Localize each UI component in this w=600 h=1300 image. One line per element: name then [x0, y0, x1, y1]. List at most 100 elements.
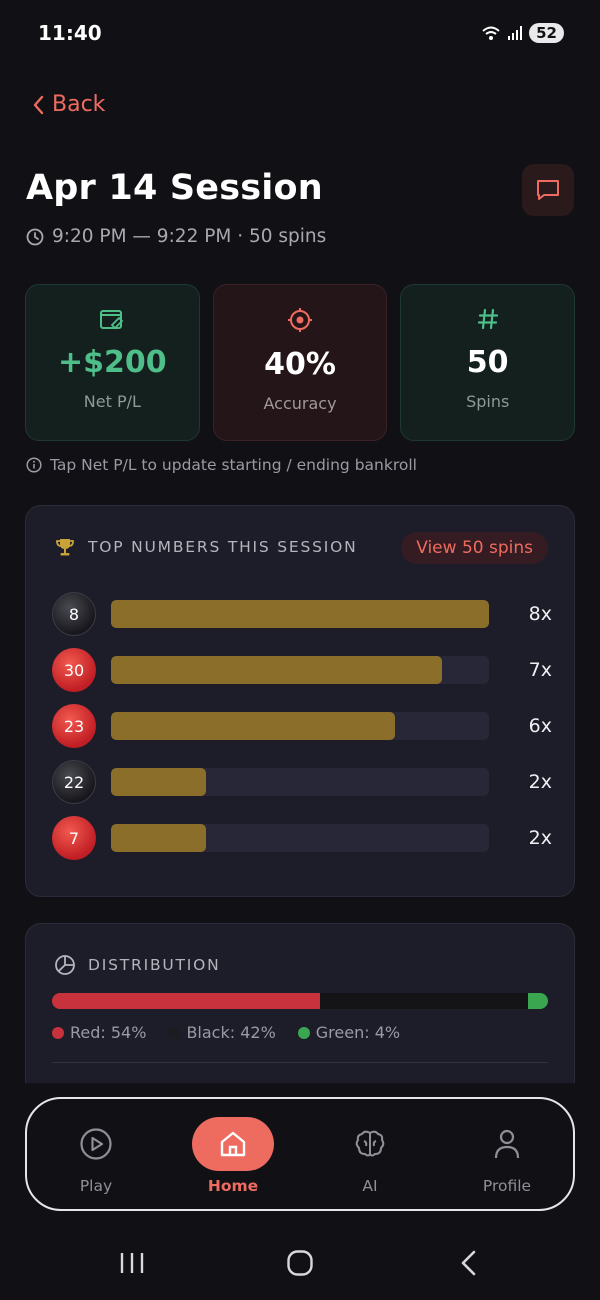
hit-count: 2x: [528, 771, 552, 793]
hit-count: 6x: [528, 715, 552, 737]
hint-text: Tap Net P/L to update starting / ending …: [50, 456, 417, 474]
legend-label: Black: 42%: [186, 1023, 276, 1042]
number-row: 22 2x: [52, 760, 552, 804]
distribution-segment: [528, 993, 548, 1009]
legend-item: Red: 54%: [52, 1023, 146, 1042]
nav-icon-wrap: [492, 1117, 522, 1171]
brain-icon: [355, 1130, 385, 1157]
clock-icon: [26, 228, 44, 245]
nav-active-pill: [192, 1117, 274, 1171]
pie-chart-icon: [55, 955, 75, 975]
wallet-icon: [100, 310, 124, 330]
bottom-nav: Play Home AI Profile: [25, 1097, 575, 1211]
profile-icon: [494, 1129, 520, 1159]
number-ball: 7: [52, 816, 96, 860]
legend-item: Green: 4%: [297, 1023, 401, 1042]
nav-icon-wrap: [79, 1117, 113, 1171]
card-header: TOP NUMBERS THIS SESSION: [54, 536, 358, 558]
wifi-icon: [482, 26, 500, 40]
stat-spins: 50 Spins: [400, 284, 576, 441]
frequency-bar: [111, 768, 206, 796]
number-row: 7 2x: [52, 816, 552, 860]
target-icon: [288, 308, 312, 332]
legend-label: Green: 4%: [315, 1023, 401, 1042]
back-button[interactable]: Back: [32, 92, 105, 117]
legend-label: Red: 54%: [70, 1023, 147, 1042]
notes-button[interactable]: [522, 164, 574, 216]
number-ball: 23: [52, 704, 96, 748]
stat-label: Accuracy: [263, 394, 337, 413]
battery-indicator: 52: [529, 23, 564, 43]
frequency-track: [111, 824, 489, 852]
status-bar: 11:40 52: [38, 18, 564, 48]
distribution-segment: [319, 993, 529, 1009]
frequency-track: [111, 600, 489, 628]
stat-value: +$200: [58, 345, 167, 380]
frequency-bar: [111, 656, 442, 684]
frequency-track: [111, 768, 489, 796]
stat-label: Spins: [466, 392, 510, 411]
status-icons: 52: [481, 23, 564, 43]
nav-home[interactable]: Home: [188, 1117, 278, 1195]
hash-icon: [477, 308, 498, 330]
stat-net-pl[interactable]: +$200 Net P/L: [25, 284, 200, 441]
card-header: DISTRIBUTION: [54, 954, 221, 976]
time-range-text: 9:20 PM — 9:22 PM · 50 spins: [52, 226, 327, 247]
stat-value: 40%: [264, 347, 336, 382]
hit-count: 8x: [528, 603, 552, 625]
legend-item: Black: 42%: [168, 1023, 276, 1042]
info-icon: [26, 457, 42, 473]
frequency-bar: [111, 824, 206, 852]
legend-dot: [52, 1026, 64, 1039]
hit-count: 7x: [528, 659, 552, 681]
nav-label: Home: [207, 1177, 259, 1195]
home-circle-icon: [287, 1250, 313, 1276]
frequency-track: [111, 712, 489, 740]
legend-dot: [297, 1026, 310, 1039]
distribution-bar: [52, 993, 548, 1009]
frequency-bar: [111, 600, 489, 628]
back-arrow-icon: [461, 1250, 476, 1276]
number-row: 30 7x: [52, 648, 552, 692]
recent-apps-icon: [120, 1253, 144, 1273]
system-nav-bar: [0, 1238, 600, 1288]
number-row: 23 6x: [52, 704, 552, 748]
nav-label: AI: [362, 1177, 378, 1195]
page-title: Apr 14 Session: [26, 168, 323, 208]
chevron-left-icon: [33, 95, 44, 114]
hit-count: 2x: [528, 827, 552, 849]
distribution-segment: [52, 993, 320, 1009]
number-ball: 8: [52, 592, 96, 636]
stat-label: Net P/L: [83, 392, 141, 411]
home-system-button[interactable]: [280, 1238, 320, 1288]
frequency-track: [111, 656, 489, 684]
chat-icon: [537, 180, 559, 200]
number-row: 8 8x: [52, 592, 552, 636]
card-heading: TOP NUMBERS THIS SESSION: [88, 538, 358, 556]
status-time: 11:40: [38, 21, 102, 45]
view-spins-button[interactable]: View 50 spins: [401, 532, 548, 564]
nav-ai[interactable]: AI: [325, 1117, 415, 1195]
stat-accuracy: 40% Accuracy: [212, 284, 388, 441]
top-numbers-card: TOP NUMBERS THIS SESSION View 50 spins 8…: [25, 505, 575, 897]
distribution-legend: Red: 54% Black: 42% Green: 4%: [52, 1023, 400, 1042]
divider: [52, 1062, 548, 1063]
signal-icon: [508, 26, 523, 40]
play-icon: [80, 1128, 112, 1160]
legend-dot: [168, 1026, 181, 1039]
stats-row: +$200 Net P/L 40% Accuracy 50 Spins: [25, 284, 576, 441]
frequency-bar: [111, 712, 395, 740]
session-time-range: 9:20 PM — 9:22 PM · 50 spins: [26, 226, 326, 247]
home-icon: [220, 1131, 246, 1157]
recent-apps-button[interactable]: [112, 1238, 152, 1288]
system-back-button[interactable]: [448, 1238, 488, 1288]
nav-profile[interactable]: Profile: [462, 1117, 552, 1195]
trophy-icon: [56, 539, 74, 556]
nav-label: Profile: [482, 1177, 532, 1195]
stat-value: 50: [466, 345, 509, 380]
card-heading: DISTRIBUTION: [88, 956, 221, 974]
nav-play[interactable]: Play: [51, 1117, 141, 1195]
nav-icon-wrap: [353, 1117, 387, 1171]
bankroll-hint: Tap Net P/L to update starting / ending …: [26, 456, 417, 474]
number-ball: 22: [52, 760, 96, 804]
